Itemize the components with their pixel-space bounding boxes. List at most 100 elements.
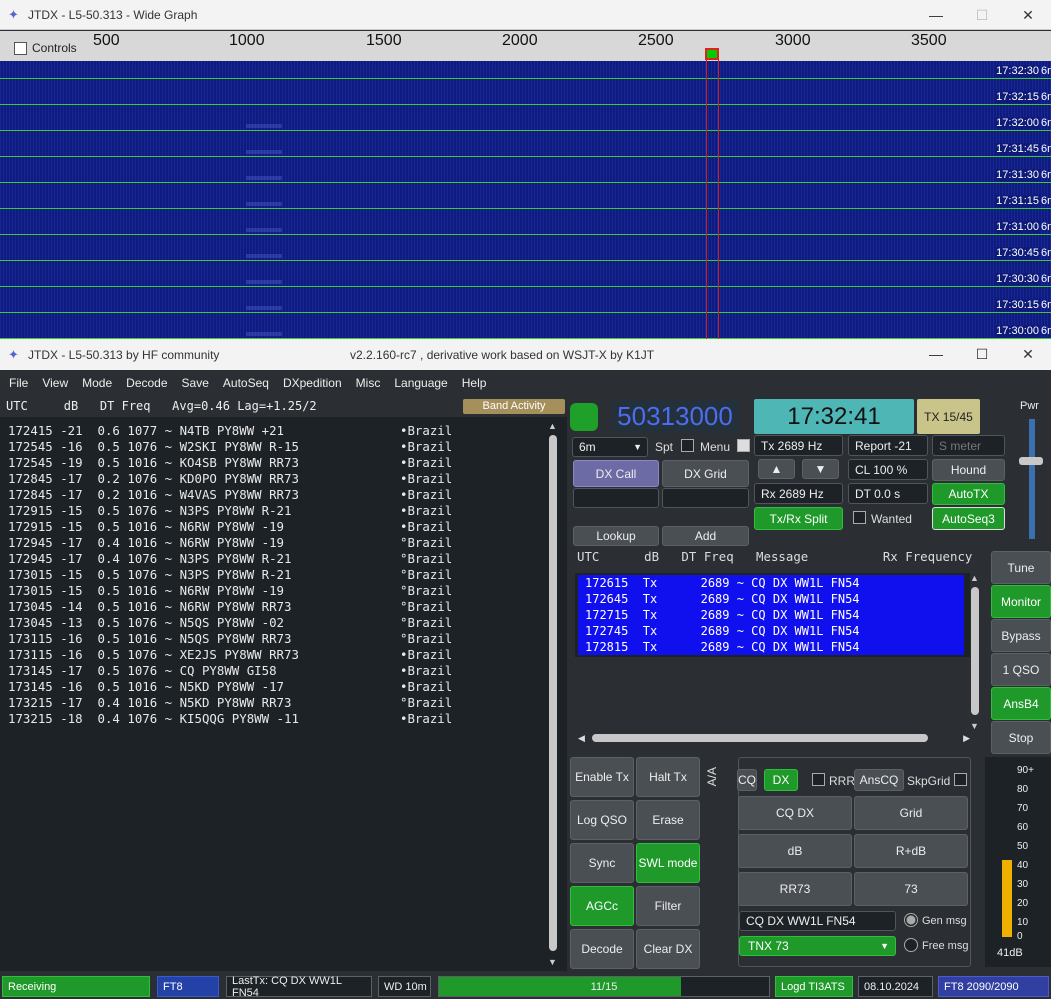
menu-view[interactable]: View (42, 376, 68, 390)
rx-frequency-field[interactable]: Rx 2689 Hz (754, 483, 843, 504)
tx-list-hscrollbar[interactable]: ◀ ▶ (578, 732, 970, 744)
menu-help[interactable]: Help (462, 376, 487, 390)
hound-button[interactable]: Hound (932, 459, 1005, 481)
log-qso-button[interactable]: Log QSO (570, 800, 634, 840)
tx-list-scrollbar[interactable]: ▲ ▼ (969, 573, 981, 731)
maximize-icon[interactable]: ☐ (959, 339, 1005, 369)
grid-button[interactable]: Grid (854, 796, 968, 830)
waterfall[interactable]: 17:32:30 17:32:15 17:32:00 17:31:45 17:3… (0, 61, 1051, 339)
autoseq3-button[interactable]: AutoSeq3 (932, 507, 1005, 530)
autotx-button[interactable]: AutoTX (932, 483, 1005, 505)
scroll-up-icon[interactable]: ▲ (970, 573, 979, 583)
menu-decode[interactable]: Decode (126, 376, 167, 390)
menu-language[interactable]: Language (394, 376, 447, 390)
agcc-button[interactable]: AGCc (570, 886, 634, 926)
frequency-scale[interactable]: Controls 500 1000 1500 2000 2500 3000 35… (0, 31, 1051, 61)
list-item[interactable]: 172545 -19 0.5 1016 ~ KO4SB PY8WW RR73 •B… (8, 455, 452, 471)
rrr-checkbox[interactable] (812, 773, 825, 786)
wanted-checkbox[interactable] (853, 511, 866, 524)
cl-field[interactable]: CL 100 % (848, 459, 928, 480)
dx-button[interactable]: DX (764, 769, 798, 791)
dt-field[interactable]: DT 0.0 s (848, 483, 928, 504)
dx-call-input[interactable] (573, 488, 659, 508)
list-item[interactable]: 172415 -21 0.6 1077 ~ N4TB PY8WW +21 •Bra… (8, 423, 452, 439)
decode-button[interactable]: Decode (570, 929, 634, 969)
r-db-button[interactable]: R+dB (854, 834, 968, 868)
list-item[interactable]: 172845 -17 0.2 1016 ~ W4VAS PY8WW RR73 •B… (8, 487, 452, 503)
close-icon[interactable]: ✕ (1005, 339, 1051, 369)
band-select[interactable]: 6m ▼ (572, 437, 648, 457)
list-item[interactable]: 173045 -13 0.5 1076 ~ N5QS PY8WW -02 °Bra… (8, 615, 452, 631)
list-item[interactable]: 172815 Tx 2689 ~ CQ DX WW1L FN54 (585, 639, 964, 655)
db-button[interactable]: dB (738, 834, 852, 868)
menu-dxpedition[interactable]: DXpedition (283, 376, 342, 390)
tx-down-button[interactable]: ▼ (802, 459, 839, 479)
cq-button[interactable]: CQ (737, 769, 757, 791)
scrollbar-thumb[interactable] (592, 734, 928, 742)
list-item[interactable]: 173145 -17 0.5 1076 ~ CQ PY8WW GI58 •Braz… (8, 663, 452, 679)
report-field[interactable]: Report -21 (848, 435, 928, 456)
free-msg-radio[interactable] (904, 938, 918, 952)
close-icon[interactable]: ✕ (1005, 0, 1051, 30)
band-activity-button[interactable]: Band Activity (463, 399, 565, 414)
list-item[interactable]: 172945 -17 0.4 1076 ~ N3PS PY8WW R-21 °Br… (8, 551, 452, 567)
erase-button[interactable]: Erase (636, 800, 700, 840)
list-item[interactable]: 172915 -15 0.5 1076 ~ N3PS PY8WW R-21 •Br… (8, 503, 452, 519)
tx-period-badge[interactable]: TX 15/45 (917, 399, 980, 434)
menu-checkbox[interactable] (737, 439, 750, 452)
dx-call-button[interactable]: DX Call (573, 460, 659, 487)
scrollbar-thumb[interactable] (549, 435, 557, 951)
minimize-icon[interactable]: — (913, 339, 959, 369)
minimize-icon[interactable]: — (913, 0, 959, 30)
tx-frequency-field[interactable]: Tx 2689 Hz (754, 435, 843, 456)
stop-button[interactable]: Stop (991, 721, 1051, 754)
gen-msg-radio[interactable] (904, 913, 918, 927)
menu-misc[interactable]: Misc (356, 376, 381, 390)
list-item[interactable]: 172645 Tx 2689 ~ CQ DX WW1L FN54 (585, 591, 964, 607)
list-item[interactable]: 173145 -16 0.5 1016 ~ N5KD PY8WW -17 •Bra… (8, 679, 452, 695)
dx-grid-button[interactable]: DX Grid (662, 460, 749, 487)
pwr-slider[interactable] (1029, 419, 1035, 539)
menu-autoseq[interactable]: AutoSeq (223, 376, 269, 390)
scrollbar-thumb[interactable] (971, 587, 979, 715)
pwr-slider-handle[interactable] (1019, 457, 1043, 465)
list-item[interactable]: 172615 Tx 2689 ~ CQ DX WW1L FN54 (585, 575, 964, 591)
list-item[interactable]: 172945 -17 0.4 1016 ~ N6RW PY8WW -19 °Bra… (8, 535, 452, 551)
list-item[interactable]: 173045 -14 0.5 1016 ~ N6RW PY8WW RR73 °Br… (8, 599, 452, 615)
decode-list[interactable]: 172415 -21 0.6 1077 ~ N4TB PY8WW +21 •Bra… (8, 423, 452, 727)
tx-history-list[interactable]: 172615 Tx 2689 ~ CQ DX WW1L FN54 172645 … (575, 573, 970, 657)
halt-tx-button[interactable]: Halt Tx (636, 757, 700, 797)
clear-dx-button[interactable]: Clear DX (636, 929, 700, 969)
enable-tx-button[interactable]: Enable Tx (570, 757, 634, 797)
list-item[interactable]: 172915 -15 0.5 1016 ~ N6RW PY8WW -19 •Bra… (8, 519, 452, 535)
controls-checkbox[interactable] (14, 41, 27, 55)
list-item[interactable]: 173115 -16 0.5 1016 ~ N5QS PY8WW RR73 °Br… (8, 631, 452, 647)
decode-scrollbar[interactable]: ▲ ▼ (547, 421, 559, 967)
monitor-button[interactable]: Monitor (991, 585, 1051, 618)
list-item[interactable]: 172745 Tx 2689 ~ CQ DX WW1L FN54 (585, 623, 964, 639)
skpgrid-checkbox[interactable] (954, 773, 967, 786)
wide-graph[interactable]: Controls 500 1000 1500 2000 2500 3000 35… (0, 31, 1051, 339)
dx-grid-input[interactable] (662, 488, 749, 508)
list-item[interactable]: 173015 -15 0.5 1016 ~ N6RW PY8WW -19 °Bra… (8, 583, 452, 599)
scroll-right-icon[interactable]: ▶ (963, 733, 970, 744)
generated-message-field[interactable]: CQ DX WW1L FN54 (739, 911, 896, 931)
cq-dx-button[interactable]: CQ DX (738, 796, 852, 830)
font-size-label[interactable]: A/A (705, 767, 719, 786)
scroll-up-icon[interactable]: ▲ (548, 421, 557, 431)
menu-save[interactable]: Save (182, 376, 209, 390)
scroll-left-icon[interactable]: ◀ (578, 733, 585, 744)
frequency-display[interactable]: 50313000 (611, 400, 739, 433)
73-button[interactable]: 73 (854, 872, 968, 906)
swl-mode-button[interactable]: SWL mode (636, 843, 700, 883)
rr73-button[interactable]: RR73 (738, 872, 852, 906)
list-item[interactable]: 173215 -18 0.4 1076 ~ KI5QQG PY8WW -11 •B… (8, 711, 452, 727)
filter-button[interactable]: Filter (636, 886, 700, 926)
free-message-select[interactable]: TNX 73 ▼ (739, 936, 896, 956)
tune-button[interactable]: Tune (991, 551, 1051, 584)
ansb4-button[interactable]: AnsB4 (991, 687, 1051, 720)
one-qso-button[interactable]: 1 QSO (991, 653, 1051, 686)
tx-frequency-marker[interactable] (705, 48, 719, 60)
list-item[interactable]: 172545 -16 0.5 1076 ~ W2SKI PY8WW R-15 •B… (8, 439, 452, 455)
lookup-button[interactable]: Lookup (573, 526, 659, 546)
